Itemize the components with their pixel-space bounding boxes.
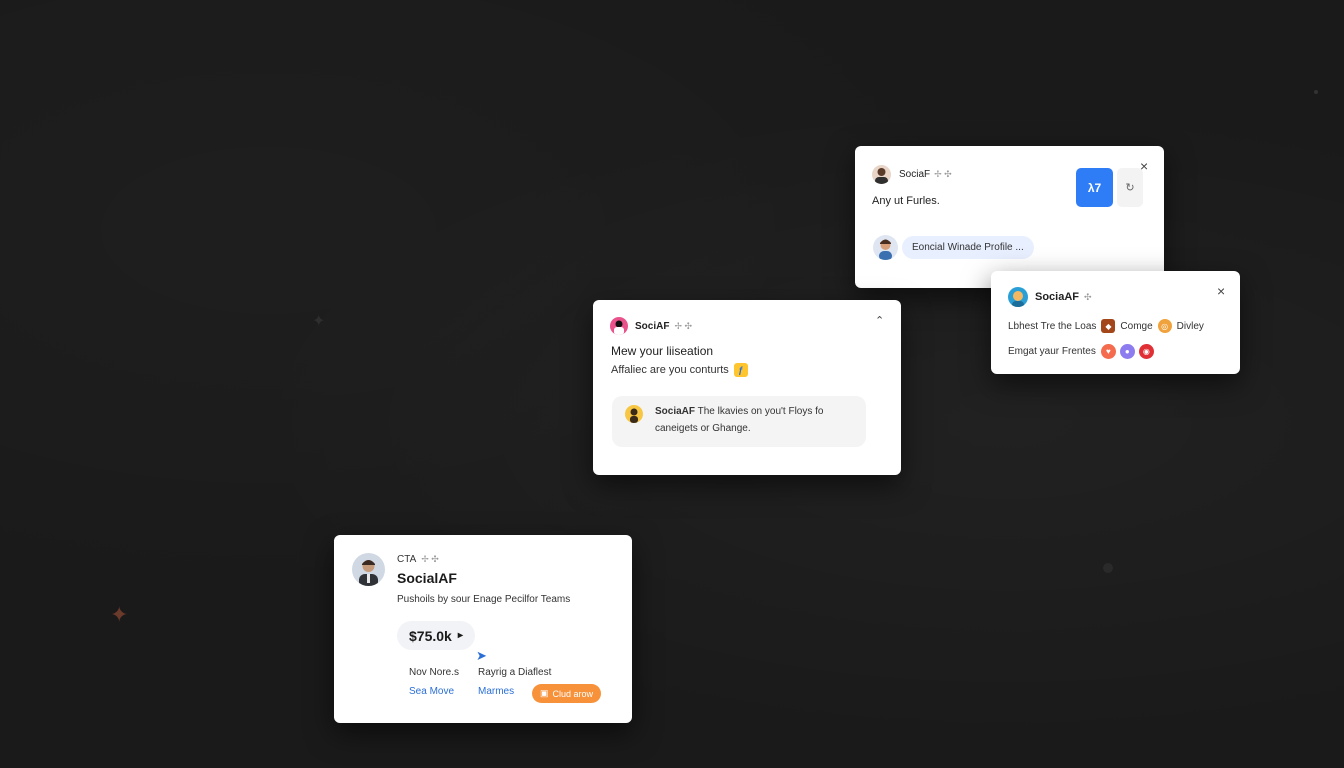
- brand-name: SociaAF: [1035, 291, 1080, 303]
- card-title: Any ut Furles.: [872, 195, 940, 207]
- app-icon: ◆: [1101, 319, 1116, 333]
- sparkle-icon: ✢ ✣: [934, 169, 952, 179]
- close-icon: ×: [1140, 158, 1149, 174]
- amount-value: $75.0k: [409, 627, 452, 644]
- reaction-icon[interactable]: ◉: [1138, 344, 1154, 359]
- close-icon: ×: [1217, 283, 1226, 299]
- sparkle-icon: ✦: [312, 313, 326, 330]
- message-text-line2: caneigets or Ghange.: [655, 423, 751, 434]
- brand-name: SociAF: [635, 320, 670, 332]
- feed-text: Emgat yaur Frentes: [1008, 346, 1096, 357]
- collapse-button[interactable]: ⌃: [875, 314, 884, 327]
- see-more-link[interactable]: Sea Move: [409, 686, 454, 697]
- feed-item: Divley: [1176, 320, 1204, 332]
- message-text: The lkavies on you't Floys fo: [697, 406, 824, 417]
- notification-card-middle[interactable]: SociAF ✢ ✣ ⌃ Mew your liiseation Affalie…: [593, 300, 901, 475]
- primary-action-button[interactable]: λ7: [1076, 168, 1113, 207]
- notification-card-top[interactable]: SociaF ✢ ✣ Any ut Furles. λ7 ↻ × Eoncial…: [855, 146, 1164, 288]
- decor-dot: [1314, 90, 1318, 94]
- tag-label: CTA: [397, 554, 417, 565]
- decor-dot: [1103, 563, 1113, 573]
- arrow-right-icon: ▸: [457, 630, 463, 641]
- card-subheading: Affaliec are you conturts: [611, 364, 729, 376]
- message-bubble[interactable]: SociaAF The lkavies on you't Floys fo ca…: [612, 396, 866, 447]
- avatar: [872, 165, 891, 184]
- chevron-up-icon: ⌃: [875, 315, 885, 327]
- notification-card-bottom[interactable]: CTA ✢ ✣ SocialAF Pushoils by sour Enage …: [334, 535, 632, 723]
- close-button[interactable]: ×: [1140, 158, 1148, 174]
- avatar: [625, 405, 643, 423]
- amount-pill[interactable]: $75.0k ▸: [397, 621, 475, 650]
- avatar: [352, 553, 385, 586]
- profile-chip[interactable]: Eoncial Winade Profile ...: [902, 236, 1034, 259]
- cursor-icon: ➤: [476, 648, 487, 663]
- brand-name: SociaF: [899, 169, 931, 180]
- reaction-icon[interactable]: ●: [1119, 344, 1135, 359]
- cta-button[interactable]: ▣ Clud arow: [532, 684, 602, 703]
- notification-card-right[interactable]: SociaAF ✣ × Lbhest Tre the Loas ◆ Comge …: [991, 271, 1240, 374]
- avatar: [1008, 287, 1028, 307]
- close-button[interactable]: ×: [1217, 283, 1225, 299]
- stat-label: Rayrig a Diaflest: [478, 667, 552, 678]
- sparkle-icon: ✦: [110, 602, 129, 627]
- sparkle-icon: ✣: [1084, 291, 1092, 302]
- avatar: [610, 317, 628, 335]
- card-subtitle: Pushoils by sour Enage Pecilfor Teams: [397, 594, 571, 605]
- app-icon: ◎: [1157, 319, 1172, 333]
- emoji-icon: ƒ: [733, 363, 748, 377]
- cta-label: Clud arow: [552, 688, 594, 699]
- card-heading: Mew your liiseation: [611, 344, 714, 358]
- sparkle-icon: ✢ ✣: [421, 554, 439, 564]
- action-label: λ7: [1087, 180, 1102, 195]
- reaction-icon[interactable]: ♥: [1100, 344, 1116, 359]
- message-brand: SociaAF: [655, 406, 696, 417]
- refresh-icon: ↻: [1125, 182, 1135, 194]
- cta-icon: ▣: [540, 688, 549, 698]
- avatar: [873, 235, 898, 260]
- brand-name: SocialAF: [397, 570, 457, 586]
- feed-text: Lbhest Tre the Loas: [1008, 320, 1097, 332]
- metrics-link[interactable]: Marmes: [478, 686, 514, 697]
- feed-item: Comge: [1120, 320, 1153, 332]
- sparkle-icon: ✢ ✣: [674, 320, 693, 331]
- stat-label: Nov Nore.s: [409, 667, 460, 678]
